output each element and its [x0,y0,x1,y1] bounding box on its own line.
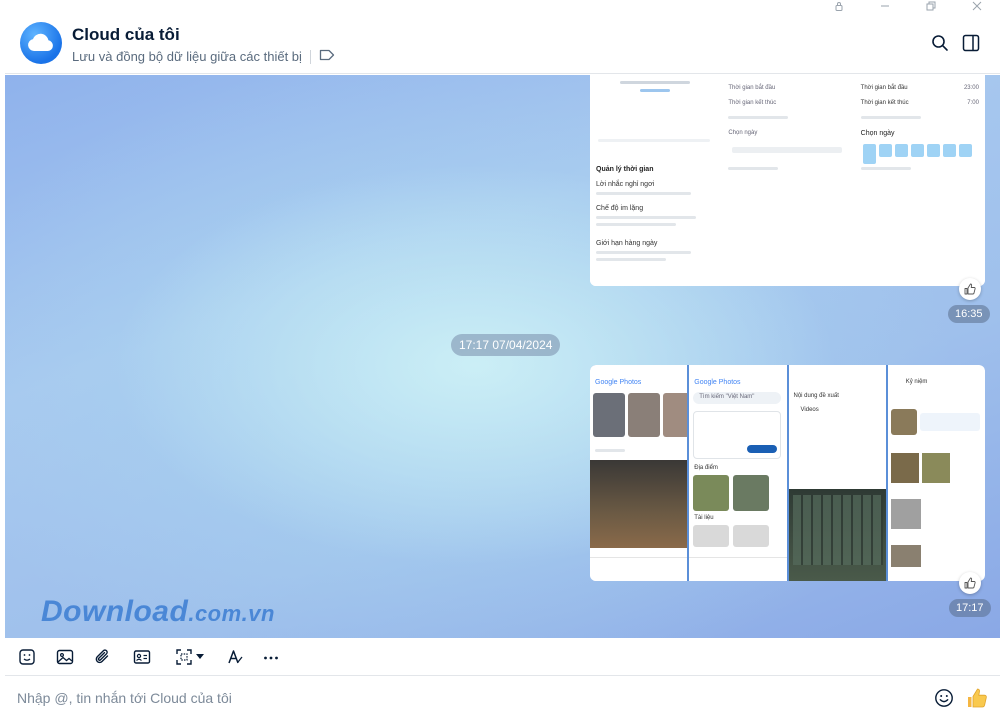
lock-icon[interactable] [827,0,851,12]
chat-area[interactable]: Quản lý thời gian Lời nhắc nghỉ ngơi Chế… [5,75,1000,638]
avatar[interactable] [20,22,62,64]
screenshot-image[interactable]: Quản lý thời gian Lời nhắc nghỉ ngơi Chế… [590,75,720,286]
watermark: Download.com.vn [41,595,275,629]
subtitle-text: Lưu và đồng bộ dữ liệu giữa các thiết bị [72,49,302,64]
screenshot-image[interactable]: Thời gian bắt đầu 23:00 Thời gian kết th… [855,75,985,286]
search-icon [931,34,949,52]
screenshot-image[interactable]: Google Photos Tìm kiếm "Việt Nam" Địa đi… [689,365,786,581]
screenshot-image[interactable]: Google Photos [590,365,687,581]
chevron-down-icon [196,654,204,660]
more-button[interactable] [259,646,283,668]
header-subtitle: Lưu và đồng bộ dữ liệu giữa các thiết bị [72,49,335,64]
emoji-icon [934,688,954,708]
date-separator: 17:17 07/04/2024 [451,334,560,356]
image-message[interactable]: Quản lý thời gian Lời nhắc nghỉ ngơi Chế… [590,75,985,286]
divider [310,50,311,64]
more-icon [262,648,280,666]
quick-like-button[interactable] [965,686,989,710]
image-button[interactable] [53,646,77,668]
image-icon [56,648,74,666]
message-time: 17:17 [949,599,991,617]
minimize-icon[interactable] [873,0,897,12]
restore-icon[interactable] [919,0,943,12]
contact-card-button[interactable] [130,646,154,668]
thumbs-up-icon [964,577,976,589]
window-title-bar [0,0,1000,14]
attachment-icon [94,648,112,666]
composer [5,676,1000,720]
thumbs-up-icon [966,687,988,709]
sidebar-toggle-icon [962,34,980,52]
format-text-icon [226,648,244,666]
format-text-button[interactable] [223,646,247,668]
reaction-button[interactable] [959,278,981,300]
thumbs-up-icon [964,283,976,295]
contact-card-icon [133,648,151,666]
screenshot-icon [175,648,193,666]
sidebar-toggle-button[interactable] [958,30,984,56]
sticker-icon [18,648,36,666]
sticker-button[interactable] [15,646,39,668]
image-message[interactable]: Google Photos Google Photos Tìm kiếm "Vi… [590,365,985,581]
day-chips [863,144,972,164]
attachment-button[interactable] [91,646,115,668]
reaction-button[interactable] [959,572,981,594]
page-title: Cloud của tôi [72,25,180,45]
screenshot-button[interactable] [169,646,209,668]
cloud-icon [27,33,55,53]
close-icon[interactable] [965,0,989,12]
search-button[interactable] [927,30,953,56]
tag-icon[interactable] [319,49,335,64]
screenshot-image[interactable]: Nội dung đề xuất Videos [789,365,886,581]
message-time: 16:35 [948,305,990,323]
composer-toolbar [5,638,1000,676]
message-input[interactable] [17,687,897,709]
screenshot-image[interactable]: Thời gian bắt đầu Thời gian kết thúc Chọ… [722,75,852,286]
emoji-button[interactable] [933,687,955,709]
screenshot-image[interactable]: Kỷ niệm [888,365,985,581]
conversation-header: Cloud của tôi Lưu và đồng bộ dữ liệu giữ… [5,14,1000,74]
